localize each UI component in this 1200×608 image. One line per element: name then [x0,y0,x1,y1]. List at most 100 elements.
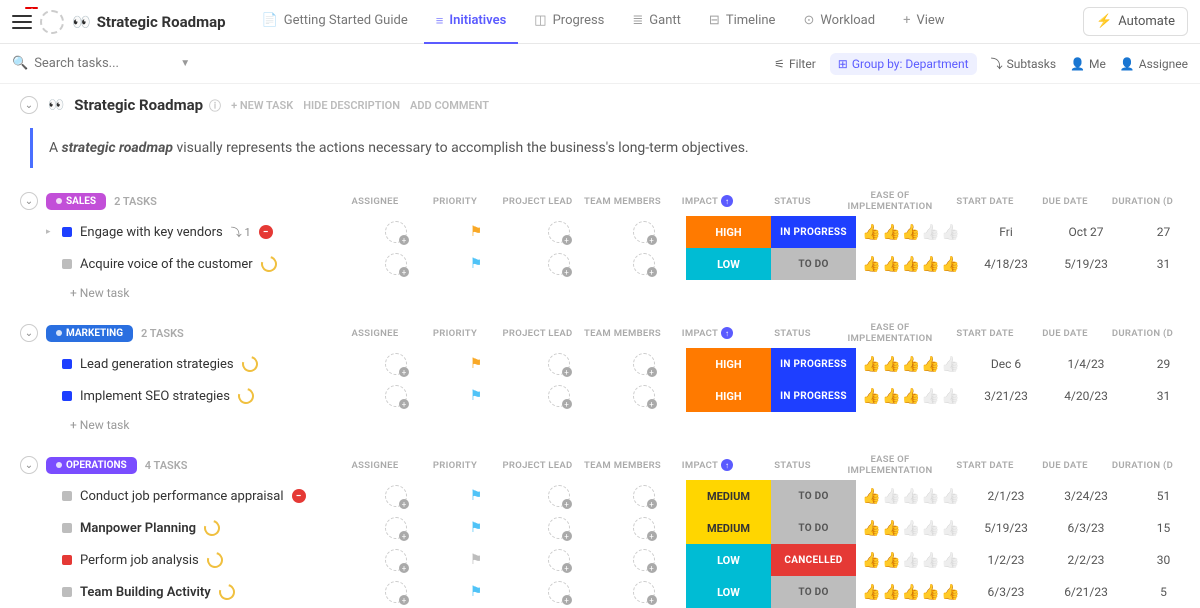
impact-badge[interactable]: MEDIUM [686,480,771,512]
status-badge[interactable]: TO DO [771,576,856,608]
start-date[interactable]: 3/21/23 [966,380,1046,412]
group-pill[interactable]: OPERATIONS [46,457,137,474]
filter-button[interactable]: ⚟Filter [774,57,816,71]
status-badge[interactable]: IN PROGRESS [771,380,856,412]
team-placeholder[interactable] [633,221,655,243]
task-name[interactable]: Team Building Activity [80,585,211,600]
hide-description-button[interactable]: HIDE DESCRIPTION [303,99,400,112]
search-input[interactable] [34,56,174,71]
start-date[interactable]: 5/19/23 [966,512,1046,544]
assignee-placeholder[interactable] [385,253,407,275]
status-badge[interactable]: TO DO [771,480,856,512]
due-date[interactable]: 6/21/23 [1046,576,1126,608]
impact-badge[interactable]: LOW [686,248,771,280]
duration[interactable]: 51 [1126,480,1200,512]
flag-icon[interactable]: ⚑ [470,256,483,272]
tab-getting-started-guide[interactable]: 📄Getting Started Guide [250,0,420,44]
group-pill[interactable]: SALES [46,193,106,210]
task-row[interactable]: Team Building Activity ⚑ LOW TO DO 👍👍👍👍👍… [20,576,1180,608]
collapse-icon[interactable]: ⌄ [20,456,38,474]
expand-icon[interactable]: ▸ [46,227,54,237]
status-badge[interactable]: TO DO [771,248,856,280]
status-square[interactable] [62,259,72,269]
duration[interactable]: 27 [1126,216,1200,248]
task-name[interactable]: Engage with key vendors [80,225,223,240]
ease-rating[interactable]: 👍👍👍👍👍 [856,216,966,248]
collapse-icon[interactable]: ⌄ [20,192,38,210]
impact-badge[interactable]: HIGH [686,348,771,380]
start-date[interactable]: 2/1/23 [966,480,1046,512]
due-date[interactable]: 6/3/23 [1046,512,1126,544]
task-row[interactable]: Manpower Planning ⚑ MEDIUM TO DO 👍👍👍👍👍 5… [20,512,1180,544]
ease-rating[interactable]: 👍👍👍👍👍 [856,576,966,608]
task-name[interactable]: Acquire voice of the customer [80,257,253,272]
duration[interactable]: 29 [1126,348,1200,380]
tab-gantt[interactable]: ≣Gantt [620,0,693,44]
lead-placeholder[interactable] [548,581,570,603]
sort-icon[interactable]: ↑ [721,195,733,207]
tab-workload[interactable]: ⊙Workload [791,0,887,44]
new-task-button[interactable]: + NEW TASK [231,99,293,112]
assignee-placeholder[interactable] [385,549,407,571]
task-name[interactable]: Manpower Planning [80,521,196,536]
flag-icon[interactable]: ⚑ [470,584,483,600]
automate-button[interactable]: ⚡ Automate [1083,7,1188,36]
task-name[interactable]: Conduct job performance appraisal [80,489,284,504]
impact-badge[interactable]: HIGH [686,380,771,412]
flag-icon[interactable]: ⚑ [470,388,483,404]
start-date[interactable]: 4/18/23 [966,248,1046,280]
team-placeholder[interactable] [633,385,655,407]
task-row[interactable]: Acquire voice of the customer ⚑ LOW TO D… [20,248,1180,280]
due-date[interactable]: 2/2/23 [1046,544,1126,576]
duration[interactable]: 5 [1126,576,1200,608]
task-name[interactable]: Perform job analysis [80,553,199,568]
due-date[interactable]: 3/24/23 [1046,480,1126,512]
subtasks-button[interactable]: ⤵Subtasks [991,55,1056,72]
sort-icon[interactable]: ↑ [721,459,733,471]
status-square[interactable] [62,523,72,533]
duration[interactable]: 31 [1126,248,1200,280]
status-badge[interactable]: IN PROGRESS [771,348,856,380]
assignee-placeholder[interactable] [385,221,407,243]
flag-icon[interactable]: ⚑ [470,488,483,504]
ease-rating[interactable]: 👍👍👍👍👍 [856,380,966,412]
start-date[interactable]: Dec 6 [966,348,1046,380]
status-badge[interactable]: CANCELLED [771,544,856,576]
team-placeholder[interactable] [633,485,655,507]
lead-placeholder[interactable] [548,221,570,243]
tab-timeline[interactable]: ⊟Timeline [697,0,788,44]
team-placeholder[interactable] [633,581,655,603]
ease-rating[interactable]: 👍👍👍👍👍 [856,544,966,576]
assignee-button[interactable]: 👤Assignee [1120,57,1188,71]
lead-placeholder[interactable] [548,517,570,539]
duration[interactable]: 15 [1126,512,1200,544]
task-row[interactable]: Perform job analysis ⚑ LOW CANCELLED 👍👍👍… [20,544,1180,576]
flag-icon[interactable]: ⚑ [470,356,483,372]
new-task-button[interactable]: + New task [20,412,1180,438]
duration[interactable]: 30 [1126,544,1200,576]
status-square[interactable] [62,587,72,597]
tab-initiatives[interactable]: ≡Initiatives [424,0,519,44]
sort-icon[interactable]: ↑ [721,327,733,339]
tab-progress[interactable]: ◫Progress [522,0,616,44]
collapse-icon[interactable]: ⌄ [20,96,38,114]
task-name[interactable]: Lead generation strategies [80,357,234,372]
flag-icon[interactable]: ⚑ [470,520,483,536]
team-placeholder[interactable] [633,549,655,571]
status-square[interactable] [62,227,72,237]
lead-placeholder[interactable] [548,485,570,507]
task-row[interactable]: Lead generation strategies ⚑ HIGH IN PRO… [20,348,1180,380]
subtask-count[interactable]: ⤵ 1 [231,224,251,240]
chevron-down-icon[interactable]: ▼ [180,58,190,69]
add-comment-button[interactable]: ADD COMMENT [410,99,489,112]
new-task-button[interactable]: + New task [20,280,1180,306]
impact-badge[interactable]: LOW [686,576,771,608]
due-date[interactable]: 1/4/23 [1046,348,1126,380]
assignee-placeholder[interactable] [385,353,407,375]
lead-placeholder[interactable] [548,353,570,375]
status-badge[interactable]: TO DO [771,512,856,544]
lead-placeholder[interactable] [548,253,570,275]
ease-rating[interactable]: 👍👍👍👍👍 [856,480,966,512]
assignee-placeholder[interactable] [385,517,407,539]
impact-badge[interactable]: MEDIUM [686,512,771,544]
